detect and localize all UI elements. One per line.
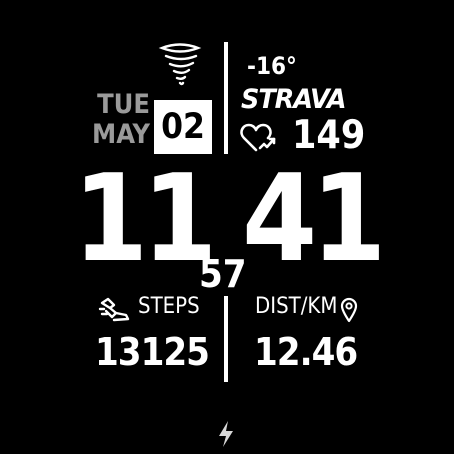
month-label: MAY — [92, 119, 150, 150]
time-hours: 11 — [73, 150, 217, 289]
steps-icon — [98, 297, 130, 322]
steps-value: 13125 — [95, 330, 210, 374]
location-pin-icon — [340, 297, 358, 323]
time-seconds: 57 — [199, 252, 247, 296]
bolt-icon — [219, 421, 233, 447]
weekday-label: TUE — [97, 89, 150, 120]
strava-logo: STRAVA — [241, 84, 347, 115]
time-minutes: 41 — [242, 150, 386, 289]
distance-value: 12.46 — [254, 330, 358, 374]
temperature-value: -16° — [247, 52, 297, 80]
steps-label: STEPS — [138, 294, 200, 319]
day-of-month-box: 02 — [154, 100, 212, 154]
bottom-divider — [224, 296, 228, 382]
heart-rate-icon — [240, 123, 276, 152]
tornado-icon — [158, 43, 202, 86]
top-divider — [224, 42, 228, 154]
distance-label: DIST/KM — [255, 294, 338, 319]
